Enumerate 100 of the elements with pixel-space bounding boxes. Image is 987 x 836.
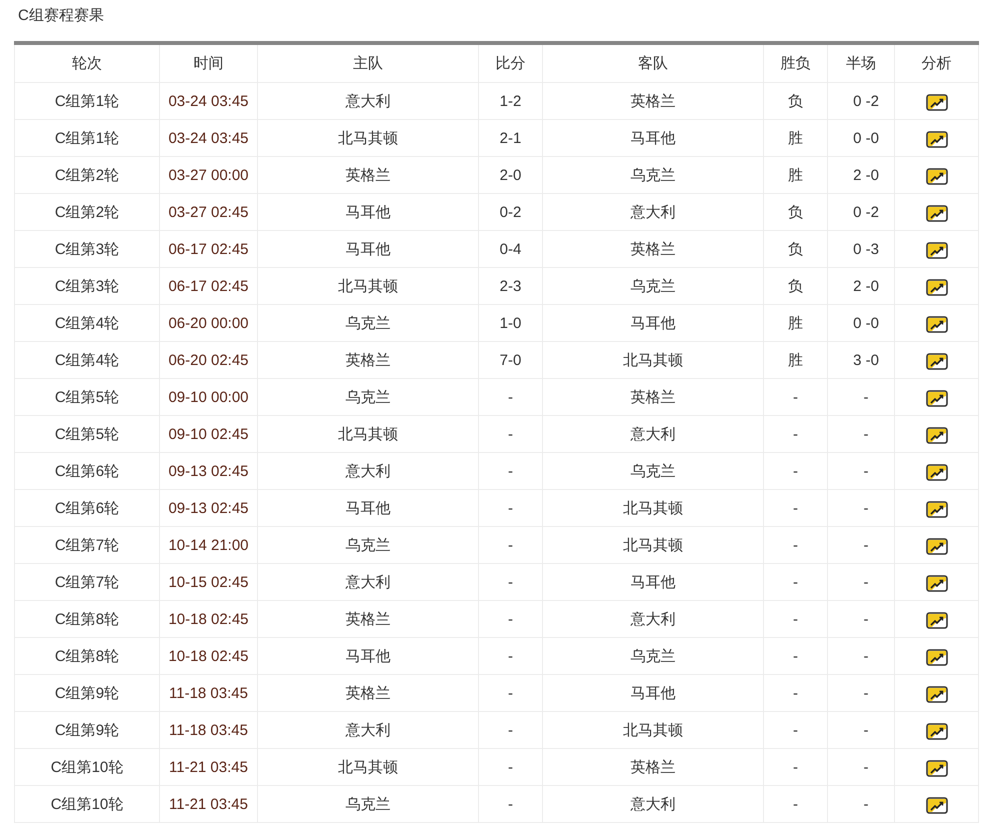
round-cell: C组第6轮 xyxy=(54,500,120,516)
round-cell: C组第2轮 xyxy=(54,204,120,220)
chart-icon[interactable] xyxy=(926,722,948,740)
score-cell: 1-0 xyxy=(500,314,522,332)
round-cell: C组第9轮 xyxy=(54,684,120,702)
round-cell: C组第6轮 xyxy=(54,462,120,480)
home-team-cell: 乌克兰 xyxy=(346,536,390,554)
chart-icon[interactable] xyxy=(926,130,948,148)
column-header: 半场 xyxy=(846,55,876,72)
half-time-cell: - xyxy=(864,500,868,516)
away-team-cell: 北马其顿 xyxy=(623,352,683,368)
away-team-cell: 意大利 xyxy=(630,204,676,220)
result-cell: 胜 xyxy=(788,352,803,368)
half-time-cell: 0 -2 xyxy=(853,92,879,110)
chart-icon[interactable] xyxy=(926,796,948,814)
chart-icon[interactable] xyxy=(926,316,948,334)
half-time-cell: - xyxy=(864,796,868,812)
result-cell: - xyxy=(793,462,798,480)
half-time-cell: 2 -0 xyxy=(853,278,879,294)
away-team-cell: 乌克兰 xyxy=(630,278,676,294)
chart-icon[interactable] xyxy=(926,168,948,186)
home-team-cell: 马耳他 xyxy=(346,240,390,258)
round-cell: C组第5轮 xyxy=(54,388,120,406)
chart-icon[interactable] xyxy=(926,352,948,370)
score-cell: 0-2 xyxy=(500,204,522,220)
half-time-cell: 0 -0 xyxy=(853,130,879,146)
home-team-cell: 马耳他 xyxy=(346,648,390,664)
round-cell: C组第7轮 xyxy=(54,536,120,554)
away-team-cell: 意大利 xyxy=(630,426,676,442)
half-time-cell: - xyxy=(864,684,868,702)
time-cell: 06-20 02:45 xyxy=(168,352,249,368)
score-cell: - xyxy=(508,648,513,664)
chart-icon[interactable] xyxy=(926,278,948,296)
chart-icon[interactable] xyxy=(926,464,948,482)
away-team-cell: 北马其顿 xyxy=(623,536,683,554)
away-team-cell: 北马其顿 xyxy=(623,722,683,738)
chart-icon[interactable] xyxy=(926,648,948,666)
half-time-cell: - xyxy=(864,574,868,590)
round-cell: C组第3轮 xyxy=(54,240,120,258)
time-cell: 09-13 02:45 xyxy=(168,462,249,480)
chart-icon[interactable] xyxy=(926,538,948,556)
result-cell: - xyxy=(793,574,798,590)
chart-icon[interactable] xyxy=(926,204,948,222)
round-cell: C组第1轮 xyxy=(54,92,120,110)
half-time-cell: 3 -0 xyxy=(853,352,879,368)
away-team-cell: 意大利 xyxy=(630,796,676,812)
chart-icon[interactable] xyxy=(926,426,948,444)
round-cell: C组第9轮 xyxy=(54,722,120,738)
half-time-cell: - xyxy=(864,648,868,664)
column-header: 比分 xyxy=(496,55,526,72)
time-cell: 03-27 00:00 xyxy=(168,166,249,184)
half-time-cell: - xyxy=(864,758,868,776)
time-cell: 10-14 21:00 xyxy=(168,536,249,554)
score-cell: - xyxy=(508,796,513,812)
result-cell: - xyxy=(793,426,798,442)
time-cell: 11-21 03:45 xyxy=(169,796,248,812)
time-cell: 03-27 02:45 xyxy=(168,204,249,220)
half-time-cell: - xyxy=(864,388,868,406)
result-cell: 负 xyxy=(788,204,803,220)
score-cell: 0-4 xyxy=(500,240,522,258)
result-cell: - xyxy=(793,758,798,776)
half-time-cell: - xyxy=(864,722,868,738)
away-team-cell: 乌克兰 xyxy=(630,648,676,664)
score-cell: - xyxy=(508,574,513,590)
half-time-cell: 0 -2 xyxy=(853,204,879,220)
round-cell: C组第2轮 xyxy=(54,166,120,184)
chart-icon[interactable] xyxy=(926,500,948,518)
round-cell: C组第5轮 xyxy=(54,426,120,442)
chart-icon[interactable] xyxy=(926,760,948,778)
result-cell: 胜 xyxy=(788,130,803,146)
column-header: 分析 xyxy=(922,55,952,72)
half-time-cell: - xyxy=(864,610,868,628)
chart-icon[interactable] xyxy=(926,574,948,592)
column-header: 时间 xyxy=(194,55,224,72)
home-team-cell: 乌克兰 xyxy=(346,388,390,406)
result-cell: 负 xyxy=(788,278,803,294)
time-cell: 06-20 00:00 xyxy=(168,314,249,332)
chart-icon[interactable] xyxy=(926,242,948,260)
chart-icon[interactable] xyxy=(926,686,948,704)
time-cell: 03-24 03:45 xyxy=(168,92,249,110)
result-cell: - xyxy=(793,796,798,812)
column-header: 轮次 xyxy=(72,55,102,72)
away-team-cell: 英格兰 xyxy=(630,240,676,258)
away-team-cell: 乌克兰 xyxy=(630,462,676,480)
time-cell: 06-17 02:45 xyxy=(168,278,249,294)
result-cell: 负 xyxy=(788,240,803,258)
time-cell: 09-13 02:45 xyxy=(168,500,249,516)
time-cell: 11-18 03:45 xyxy=(169,722,248,738)
round-cell: C组第8轮 xyxy=(54,610,120,628)
time-cell: 09-10 02:45 xyxy=(168,426,249,442)
score-cell: 7-0 xyxy=(500,352,522,368)
chart-icon[interactable] xyxy=(926,612,948,630)
home-team-cell: 意大利 xyxy=(346,722,390,738)
chart-icon[interactable] xyxy=(926,94,948,112)
chart-icon[interactable] xyxy=(926,390,948,408)
home-team-cell: 北马其顿 xyxy=(338,426,398,442)
time-cell: 10-18 02:45 xyxy=(168,610,249,628)
half-time-cell: - xyxy=(864,426,868,442)
round-cell: C组第7轮 xyxy=(54,574,120,590)
result-cell: - xyxy=(793,388,798,406)
